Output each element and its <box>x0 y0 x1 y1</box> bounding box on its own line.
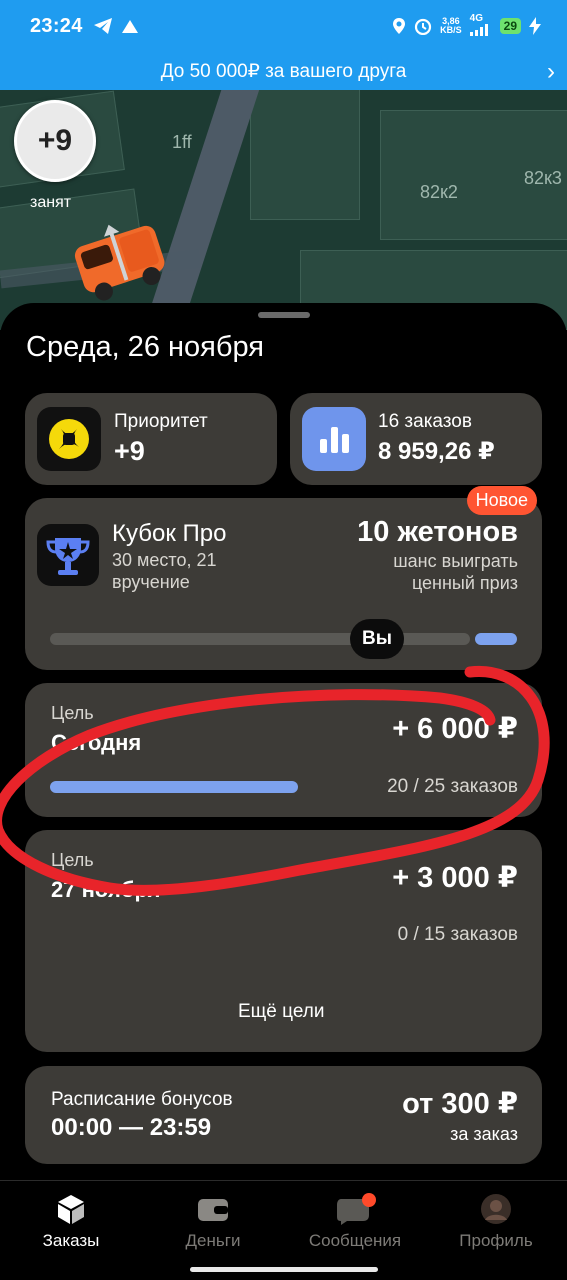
page-title: Среда, 26 ноября <box>26 331 265 363</box>
tab-messages-label: Сообщения <box>308 1231 402 1250</box>
cup-progress-fill <box>475 633 517 645</box>
status-bar: 23:24 3,86 KB/S 4G 29 <box>0 0 567 52</box>
goal-card-today[interactable]: Цель Сегодня + 6 000 ₽ 20 / 25 заказов <box>25 683 542 817</box>
goal-kicker: Цель <box>51 703 94 723</box>
tab-profile-label: Профиль <box>459 1231 533 1250</box>
tab-orders[interactable]: Заказы <box>1 1193 141 1251</box>
avatar <box>481 1194 511 1224</box>
sheet-drag-handle[interactable] <box>258 312 310 318</box>
alarm-icon <box>415 18 432 35</box>
goal-kicker: Цель <box>51 850 94 870</box>
tab-profile[interactable]: Профиль <box>426 1193 566 1251</box>
priority-label: Приоритет <box>114 411 208 432</box>
driver-status: занят <box>30 194 72 211</box>
goal-title: Сегодня <box>51 730 142 755</box>
network-speed-unit: KB/S <box>440 25 462 35</box>
location-icon <box>393 18 406 34</box>
cup-place: 30 место, 21 <box>112 550 217 570</box>
trophy-icon <box>46 538 90 575</box>
referral-banner[interactable]: До 50 000₽ за вашего друга › <box>0 52 567 90</box>
orders-tile[interactable]: 16 заказов 8 959,26 ₽ <box>290 393 542 485</box>
goal-progress-bar <box>50 781 298 793</box>
tab-messages[interactable]: Сообщения <box>285 1193 425 1251</box>
referral-banner-text: До 50 000₽ за вашего друга <box>160 60 407 82</box>
tab-money[interactable]: Деньги <box>143 1193 283 1251</box>
cup-desc-2: ценный приз <box>411 573 518 593</box>
goal-reward: + 3 000 ₽ <box>392 862 518 894</box>
charging-icon <box>529 17 541 35</box>
cup-progress-track <box>50 633 470 645</box>
priority-icon <box>49 419 89 459</box>
priority-tile[interactable]: Приоритет +9 <box>25 393 277 485</box>
chat-icon <box>337 1193 376 1225</box>
wallet-icon <box>198 1199 228 1221</box>
more-goals-button[interactable]: Ещё цели <box>238 1001 324 1023</box>
tab-orders-label: Заказы <box>42 1231 100 1250</box>
bonus-title: Расписание бонусов <box>51 1089 233 1110</box>
goal-reward: + 6 000 ₽ <box>392 713 518 745</box>
network-type: 4G <box>469 12 483 24</box>
map-label: 1ff <box>172 132 192 152</box>
bonus-time: 00:00 — 23:59 <box>51 1114 212 1141</box>
telegram-icon <box>93 18 112 34</box>
chevron-right-icon: › <box>547 58 555 85</box>
chart-icon <box>320 427 349 453</box>
cup-title: Кубок Про <box>112 520 227 547</box>
bonus-schedule-card[interactable]: Расписание бонусов 00:00 — 23:59 от 300 … <box>25 1066 542 1164</box>
cup-pro-card[interactable]: Кубок Про 30 место, 21 вручение 10 жетон… <box>25 498 542 670</box>
map-label: 82к3 <box>524 168 562 188</box>
signal-icon <box>469 23 488 36</box>
new-badge: Новое <box>466 486 537 515</box>
tab-money-label: Деньги <box>185 1231 241 1250</box>
priority-value: +9 <box>114 436 145 466</box>
bottom-tab-bar: Заказы Деньги Сообщения Профиль <box>0 1180 567 1280</box>
goal-progress-text: 0 / 15 заказов <box>397 924 518 945</box>
orders-count: 16 заказов <box>378 411 472 432</box>
goal-title: 27 ноября <box>51 877 161 902</box>
status-time: 23:24 <box>30 14 83 37</box>
goal-card-nov27[interactable]: Цель 27 ноября + 3 000 ₽ 0 / 15 заказов … <box>25 830 542 1052</box>
priority-bubble[interactable]: +9 <box>14 100 96 182</box>
cup-you-marker: Вы <box>350 619 404 659</box>
map-label: 82к2 <box>420 182 458 202</box>
earnings-value: 8 959,26 ₽ <box>378 438 495 465</box>
box-icon <box>58 1195 84 1224</box>
tent-icon <box>121 20 138 33</box>
bonus-per-order: за заказ <box>450 1124 518 1144</box>
cup-award: вручение <box>112 572 190 592</box>
bonus-price: от 300 ₽ <box>402 1088 518 1120</box>
cup-desc-1: шанс выиграть <box>393 551 518 571</box>
home-indicator[interactable] <box>190 1267 378 1272</box>
cup-tokens: 10 жетонов <box>357 516 518 548</box>
battery-indicator: 29 <box>499 18 521 34</box>
goal-progress-text: 20 / 25 заказов <box>387 776 518 797</box>
